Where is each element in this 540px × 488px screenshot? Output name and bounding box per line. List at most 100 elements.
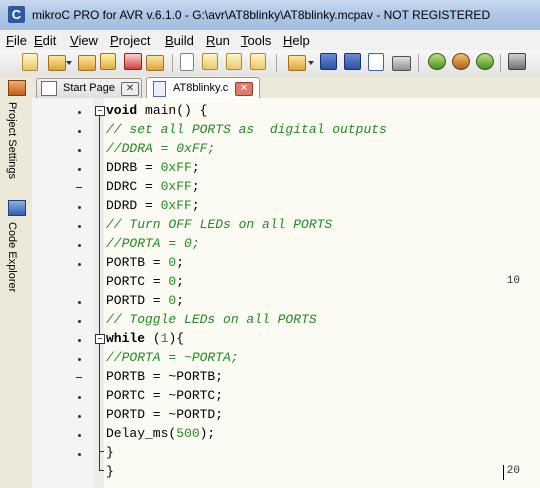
line-marker xyxy=(78,111,81,114)
tab-at8blinky-label: AT8blinky.c xyxy=(173,82,229,94)
line-marker xyxy=(78,396,81,399)
code-line[interactable]: // Turn OFF LEDs on all PORTS xyxy=(106,217,332,232)
save-icon[interactable] xyxy=(320,53,337,70)
menu-run[interactable]: Run xyxy=(206,33,230,48)
close-file-icon[interactable] xyxy=(250,53,266,70)
line-marker xyxy=(78,453,81,456)
number-literal: 1 xyxy=(160,331,169,346)
project-settings-label: Project Settings xyxy=(6,102,18,180)
line-marker xyxy=(78,415,81,418)
mikroc-app-icon[interactable]: C xyxy=(8,6,25,23)
fold-collapse-icon[interactable]: − xyxy=(95,334,105,344)
add-file-icon[interactable] xyxy=(146,55,164,71)
save-project-icon[interactable] xyxy=(78,55,96,71)
number-literal: 0 xyxy=(168,255,177,270)
line-marker xyxy=(78,149,81,152)
code-line[interactable]: } xyxy=(106,445,114,460)
code-line[interactable]: PORTD = 0; xyxy=(106,293,184,308)
code-line[interactable]: //DDRA = 0xFF; xyxy=(106,141,215,156)
line-marker xyxy=(78,244,81,247)
number-literal: 500 xyxy=(176,426,200,441)
code-line[interactable]: DDRD = 0xFF; xyxy=(106,198,200,213)
open-project-icon[interactable] xyxy=(48,55,66,71)
line-marker xyxy=(78,320,81,323)
toolbar-separator xyxy=(276,54,277,72)
toolbar-separator xyxy=(172,54,173,72)
code-line[interactable]: PORTC = ~PORTC; xyxy=(106,388,223,403)
new-file-icon[interactable] xyxy=(180,53,194,71)
menu-file[interactable]: File xyxy=(6,33,27,48)
window-title: mikroC PRO for AVR v.6.1.0 - G:\avr\AT8b… xyxy=(32,8,491,22)
code-line[interactable]: PORTD = ~PORTD; xyxy=(106,407,223,422)
toolbar-separator xyxy=(418,54,419,72)
code-line[interactable]: // Toggle LEDs on all PORTS xyxy=(106,312,317,327)
number-literal: 0xFF xyxy=(160,179,192,194)
code-line[interactable]: Delay_ms(500); xyxy=(106,426,215,441)
line-marker xyxy=(78,130,81,133)
number-literal: 0xFF xyxy=(160,198,192,213)
print-preview-icon[interactable] xyxy=(368,53,384,71)
code-line[interactable]: PORTB = ~PORTB; xyxy=(106,369,223,384)
fold-end xyxy=(99,451,104,452)
menu-help[interactable]: Help xyxy=(283,33,310,48)
code-line[interactable]: while (1){ xyxy=(106,331,184,346)
menu-tools[interactable]: Tools xyxy=(241,33,271,48)
build-all-icon[interactable] xyxy=(452,53,470,70)
keyword-while: while xyxy=(106,331,146,346)
code-line[interactable]: PORTB = 0; xyxy=(106,255,184,270)
tab-start-page-label: Start Page xyxy=(63,82,115,94)
code-line[interactable]: //PORTA = 0; xyxy=(106,236,200,251)
print-icon[interactable] xyxy=(392,56,411,71)
line-marker xyxy=(76,187,82,188)
fold-collapse-icon[interactable]: − xyxy=(95,106,105,116)
project-settings-icon[interactable] xyxy=(124,53,142,70)
menu-build[interactable]: Build xyxy=(165,33,194,48)
code-line[interactable]: PORTC = 0; xyxy=(106,274,184,289)
menu-project[interactable]: Project xyxy=(110,33,150,48)
tab-start-page[interactable]: Start Page ✕ xyxy=(36,78,142,98)
open-dropdown-icon[interactable] xyxy=(288,55,306,71)
code-line[interactable]: // set all PORTS as digital outputs xyxy=(106,122,387,137)
save-all-icon[interactable] xyxy=(344,53,361,70)
close-icon[interactable]: ✕ xyxy=(121,82,139,96)
toolbar-separator xyxy=(500,54,501,72)
project-settings-icon[interactable] xyxy=(8,80,26,96)
close-icon[interactable]: ✕ xyxy=(235,82,253,96)
number-literal: 0 xyxy=(168,274,177,289)
line-number: 20 xyxy=(506,465,520,477)
open-dropdown-arrow-icon[interactable] xyxy=(308,61,314,65)
code-explorer-icon[interactable] xyxy=(8,200,26,216)
code-line[interactable]: void main() { xyxy=(106,103,207,118)
programmer-icon[interactable] xyxy=(508,53,526,70)
line-marker xyxy=(78,301,81,304)
code-explorer-label: Code Explorer xyxy=(6,222,18,293)
code-line[interactable]: DDRC = 0xFF; xyxy=(106,179,200,194)
fold-end xyxy=(99,470,104,471)
left-dock-panel: Project Settings Code Explorer xyxy=(0,76,33,488)
open-project-dropdown-icon[interactable] xyxy=(66,61,72,65)
c-file-icon xyxy=(153,81,166,97)
build-program-icon[interactable] xyxy=(476,53,494,70)
new-project-icon[interactable] xyxy=(22,53,38,71)
code-editor[interactable]: 10 20 − − void main() { // set all PORTS… xyxy=(32,98,540,488)
line-number: 10 xyxy=(506,275,520,287)
tab-at8blinky-c[interactable]: AT8blinky.c ✕ xyxy=(146,77,260,99)
open-file-icon[interactable] xyxy=(202,53,218,70)
code-line[interactable]: //PORTA = ~PORTA; xyxy=(106,350,239,365)
line-marker xyxy=(76,377,82,378)
editor-tabs: Start Page ✕ AT8blinky.c ✕ xyxy=(32,76,540,99)
build-icon[interactable] xyxy=(428,53,446,70)
edit-file-icon[interactable] xyxy=(226,53,242,70)
toolbar xyxy=(0,50,540,77)
code-line[interactable]: } xyxy=(106,464,114,479)
close-project-icon[interactable] xyxy=(100,53,116,70)
project-settings-tab[interactable]: Project Settings xyxy=(4,102,28,192)
menu-edit[interactable]: Edit xyxy=(34,33,56,48)
line-number-gutter xyxy=(32,98,94,488)
line-marker xyxy=(78,263,81,266)
code-line[interactable]: DDRB = 0xFF; xyxy=(106,160,200,175)
menu-view[interactable]: View xyxy=(70,33,98,48)
line-marker xyxy=(78,225,81,228)
line-marker xyxy=(78,168,81,171)
code-explorer-tab[interactable]: Code Explorer xyxy=(4,222,28,302)
